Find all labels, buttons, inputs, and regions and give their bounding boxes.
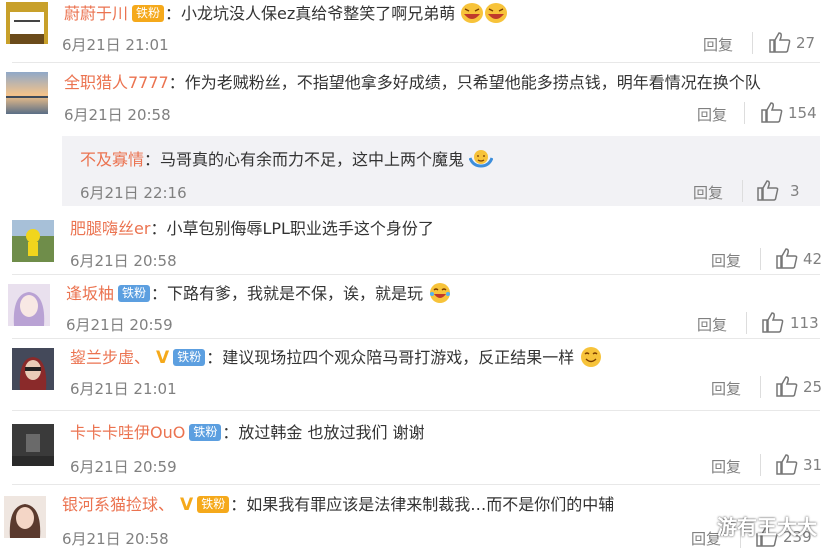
timestamp: 6月21日 21:01 [70,380,177,398]
comment-text: 作为老贼粉丝，不指望他拿多好成绩，只希望他能多捞点钱，明年看情况在换个队 [184,73,761,92]
avatar[interactable] [12,424,54,466]
separator [746,312,747,334]
avatar[interactable] [12,220,54,262]
timestamp: 6月21日 20:58 [62,530,169,548]
colon: ： [168,73,185,92]
divider [12,274,820,275]
avatar[interactable] [6,72,48,114]
like-icon[interactable] [756,179,780,201]
username[interactable]: 鋆兰步虚、 [70,348,150,367]
timestamp: 6月21日 22:16 [80,184,187,202]
like-count: 31 [803,456,823,474]
fan-badge: 铁粉 [118,285,151,302]
avatar[interactable] [8,284,50,326]
comment-text: 放过韩金 也放过我们 谢谢 [238,423,425,442]
separator [760,376,761,398]
comment-text: 马哥真的心有余而力不足，这中上两个魔鬼 [160,150,465,169]
reply-button[interactable]: 回复 [711,456,741,477]
laugh-icon [460,2,484,24]
username[interactable]: 卡卡卡哇伊OuO [70,423,185,442]
username[interactable]: 蔚蔚于川 [64,4,128,23]
fan-badge: 铁粉 [173,349,206,366]
like-icon[interactable] [775,247,799,269]
username[interactable]: 肥腿嗨丝er [70,219,150,238]
separator [742,180,743,202]
like-count: 3 [790,182,800,200]
separator [760,454,761,476]
divider [12,338,820,339]
username[interactable]: 全职猎人7777 [64,73,169,92]
colon: ： [144,150,161,169]
like-icon[interactable] [760,101,784,123]
watermark: 游有王大大 [717,515,817,539]
avatar[interactable] [6,2,48,44]
reply-button[interactable]: 回复 [711,250,741,271]
avatar[interactable] [4,496,46,538]
like-count: 113 [790,314,819,332]
reply-button[interactable]: 回复 [711,378,741,399]
colon: ： [151,284,168,303]
fan-badge: 铁粉 [132,5,165,22]
timestamp: 6月21日 21:01 [62,36,169,54]
fan-badge: 铁粉 [197,496,230,513]
divider [12,410,820,411]
comment-text: 建议现场拉四个观众陪马哥打游戏，反正结果一样 [222,348,575,367]
separator [752,32,753,54]
username[interactable]: 逢坂柚 [66,284,114,303]
laugh-tears-icon [428,282,452,304]
divider [12,62,820,63]
colon: ： [150,219,167,238]
like-icon[interactable] [775,375,799,397]
divider [12,484,820,485]
comment-text: 小草包别侮辱LPL职业选手这个身份了 [166,219,434,238]
avatar[interactable] [12,348,54,390]
comment-text: 小龙坑没人保ez真给爷整笑了啊兄弟萌 [181,4,456,23]
reply-button[interactable]: 回复 [703,34,733,55]
timestamp: 6月21日 20:59 [66,316,173,334]
laugh-icon [484,2,508,24]
username[interactable]: 不及寡情 [80,150,144,169]
like-count: 25 [803,378,823,396]
reply-button[interactable]: 回复 [697,104,727,125]
timestamp: 6月21日 20:58 [70,252,177,270]
vip-icon: V [156,348,170,368]
username[interactable]: 银河系猫捡球、 [62,495,174,514]
reply-button[interactable]: 回复 [697,314,727,335]
timestamp: 6月21日 20:58 [64,106,171,124]
vip-icon: V [180,495,194,515]
timestamp: 6月21日 20:59 [70,458,177,476]
comment-text: 如果我有罪应该是法律来制裁我…而不是你们的中辅 [246,495,615,514]
colon: ： [222,423,239,442]
shrug-icon [468,148,494,170]
like-icon[interactable] [768,31,792,53]
like-count: 154 [788,104,817,122]
like-count: 42 [803,250,823,268]
comment-text: 下路有爹，我就是不保，诶，就是玩 [167,284,424,303]
colon: ： [165,4,182,23]
colon: ： [230,495,247,514]
separator [744,102,745,124]
fan-badge: 铁粉 [189,424,222,441]
smile-icon [579,346,603,368]
separator [760,248,761,270]
colon: ： [206,348,223,367]
like-icon[interactable] [775,453,799,475]
reply-button[interactable]: 回复 [693,182,723,203]
like-icon[interactable] [761,311,785,333]
like-count: 27 [796,34,816,52]
